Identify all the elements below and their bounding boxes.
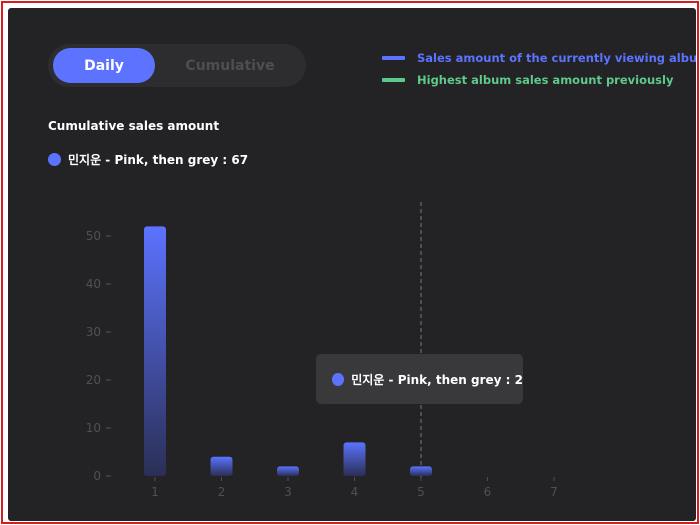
y-tick-label: 0: [93, 469, 101, 483]
x-tick-label: 3: [284, 485, 292, 499]
x-tick-label: 1: [151, 485, 159, 499]
x-tick-label: 2: [218, 485, 226, 499]
bar: [343, 442, 366, 476]
bar: [210, 456, 233, 476]
bar: [410, 466, 432, 476]
y-tick-label: 20: [86, 373, 101, 387]
chart-tooltip: 민지운 - Pink, then grey : 2: [316, 354, 523, 404]
bar: [277, 466, 299, 476]
tooltip-dot-icon: [332, 372, 345, 386]
bar: [144, 226, 166, 476]
x-tick-label: 7: [550, 485, 558, 499]
chart-panel: Daily Cumulative Sales amount of the cur…: [8, 8, 696, 521]
y-tick-label: 30: [86, 325, 101, 339]
x-tick-label: 4: [351, 485, 359, 499]
y-tick-label: 50: [86, 229, 101, 243]
bar-chart: 0 10 20 30 40 50 1 2 3 4 5 6 7: [86, 202, 558, 499]
y-tick-label: 10: [86, 421, 101, 435]
y-tick-label: 40: [86, 277, 101, 291]
screenshot-frame: Daily Cumulative Sales amount of the cur…: [1, 1, 699, 524]
x-tick-label: 5: [417, 485, 425, 499]
x-tick-label: 6: [484, 485, 492, 499]
tooltip-text: 민지운 - Pink, then grey : 2: [351, 372, 523, 387]
